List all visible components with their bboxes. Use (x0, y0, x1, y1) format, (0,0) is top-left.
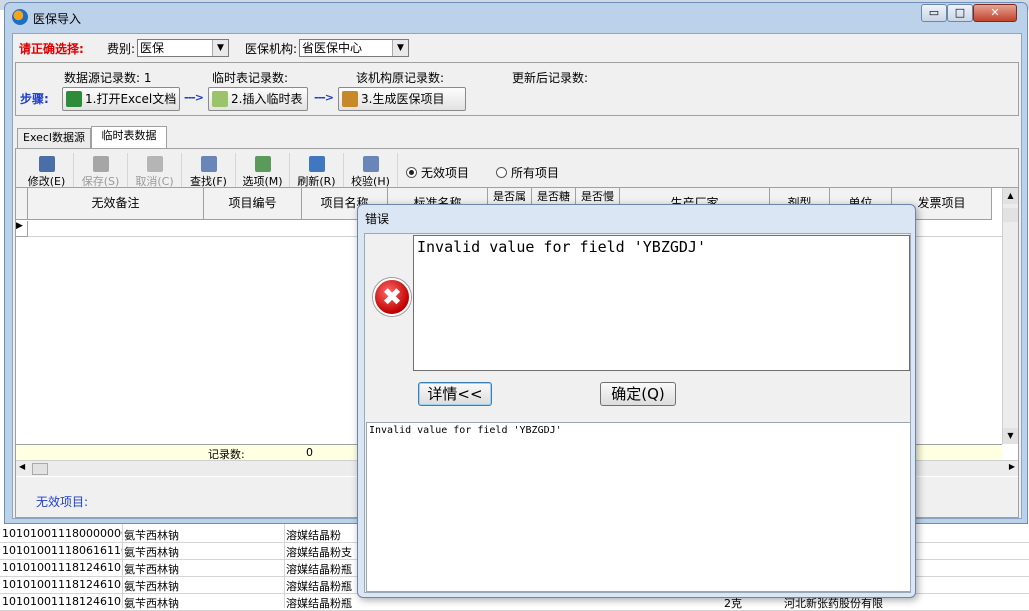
generate-items-button[interactable]: 3.生成医保项目 (338, 87, 466, 111)
bg-cell-name: 氨苄西林钠 (124, 546, 179, 559)
tab-excel-source[interactable]: Execl数据源 (17, 128, 91, 148)
error-details-text[interactable]: Invalid value for field 'YBZGDJ' (366, 422, 911, 592)
updated-count-label: 更新后记录数: (512, 71, 589, 85)
bg-cell-code: 101010011181246105020 (2, 578, 122, 591)
source-count-label: 数据源记录数: 1 (64, 71, 152, 85)
bg-cell-code: 101010011180616110010 (2, 544, 122, 557)
search-icon (200, 156, 217, 172)
scroll-up-icon[interactable]: ▲ (1003, 188, 1018, 204)
radio-unselected-icon[interactable] (496, 167, 507, 178)
grid-corner (16, 188, 28, 220)
bg-cell-code: 101010011180000000000 (2, 527, 122, 540)
orig-count-label: 该机构原记录数: (356, 71, 445, 85)
bg-column-line (122, 510, 123, 608)
bg-cell-name: 氨苄西林钠 (124, 563, 179, 576)
generate-items-label: 3.生成医保项目 (361, 92, 445, 106)
invalid-items-label: 无效项目: (36, 495, 89, 509)
verify-button[interactable]: 校验(H) (344, 153, 398, 188)
fee-type-select[interactable]: 医保 ▼ (137, 39, 229, 57)
dialog-title: 错误 (365, 212, 390, 226)
grid-toolbar: 修改(E) 保存(S) 取消(C) 查找(F) 选项(M) 刷新(R) 校验(H… (20, 153, 1016, 188)
verify-icon (362, 156, 379, 172)
selection-row: 请正确选择: 费别: 医保 ▼ 医保机构: 省医保中心 ▼ (13, 34, 1021, 60)
minimize-icon: ▭ (928, 6, 940, 19)
dialog-body: ✖ Invalid value for field 'YBZGDJ' 详情<< … (364, 233, 911, 593)
edit-icon (38, 156, 55, 172)
selection-prompt: 请正确选择: (19, 42, 84, 56)
institution-value: 省医保中心 (302, 41, 363, 55)
bg-column-line (284, 510, 285, 608)
insert-table-icon (212, 91, 228, 107)
title-bar[interactable]: 医保导入 ▭ □ ✕ (5, 3, 1027, 33)
bg-cell-name: 氨苄西林钠 (124, 580, 179, 593)
scroll-thumb[interactable] (1003, 208, 1018, 222)
fee-type-value: 医保 (140, 41, 165, 55)
excel-icon (66, 91, 82, 107)
institution-label: 医保机构: (245, 42, 298, 56)
fee-type-label: 费别: (107, 42, 136, 56)
scroll-left-icon[interactable]: ◀ (19, 462, 25, 471)
step-arrow: ---> (184, 91, 204, 104)
save-icon (92, 156, 109, 172)
institution-select[interactable]: 省医保中心 ▼ (299, 39, 409, 57)
scroll-right-icon[interactable]: ▶ (1009, 462, 1015, 471)
record-count-value: 0 (306, 446, 313, 459)
radio-all-items[interactable]: 所有项目 (496, 164, 559, 181)
ok-button[interactable]: 确定(Q) (600, 382, 676, 406)
grid-header-cell[interactable]: 无效备注 (28, 188, 204, 220)
close-button[interactable]: ✕ (973, 4, 1017, 22)
refresh-button[interactable]: 刷新(R) (290, 153, 344, 188)
cancel-button[interactable]: 取消(C) (128, 153, 182, 188)
error-message: Invalid value for field 'YBZGDJ' (413, 235, 910, 371)
steps-panel: 步骤: 数据源记录数: 1 临时表记录数: 该机构原记录数: 更新后记录数: 1… (15, 62, 1019, 116)
open-excel-button[interactable]: 1.打开Excel文档 (62, 87, 180, 111)
maximize-button[interactable]: □ (947, 4, 973, 22)
vertical-scrollbar[interactable]: ▲ ▼ (1002, 188, 1018, 444)
chevron-down-icon[interactable]: ▼ (212, 40, 228, 56)
save-button[interactable]: 保存(S) (74, 153, 128, 188)
radio-selected-icon[interactable] (406, 167, 417, 178)
find-button[interactable]: 查找(F) (182, 153, 236, 188)
open-excel-label: 1.打开Excel文档 (85, 92, 177, 106)
scroll-thumb[interactable] (32, 463, 48, 475)
grid-header-cell[interactable]: 项目编号 (204, 188, 302, 220)
radio-invalid-items[interactable]: 无效项目 (406, 164, 469, 181)
scroll-down-icon[interactable]: ▼ (1003, 428, 1018, 444)
options-grid-icon (254, 156, 271, 172)
close-icon: ✕ (990, 6, 1000, 19)
minimize-button[interactable]: ▭ (921, 4, 947, 22)
current-row-indicator-icon: ▶ (16, 221, 28, 237)
maximize-icon: □ (954, 6, 966, 19)
error-x-icon: ✖ (373, 278, 411, 316)
temp-count-label: 临时表记录数: (212, 71, 289, 85)
bg-cell-name: 氨苄西林钠 (124, 529, 179, 542)
chevron-down-icon[interactable]: ▼ (392, 40, 408, 56)
steps-label: 步骤: (20, 92, 49, 106)
cancel-icon (146, 156, 163, 172)
options-button[interactable]: 选项(M) (236, 153, 290, 188)
step-arrow: ---> (314, 91, 334, 104)
bg-cell-name: 氨苄西林钠 (124, 597, 179, 610)
details-toggle-button[interactable]: 详情<< (418, 382, 492, 406)
edit-button[interactable]: 修改(E) (20, 153, 74, 188)
tab-temp-data-label: 临时表数据 (101, 129, 157, 142)
tab-temp-data[interactable]: 临时表数据 (91, 126, 167, 148)
error-dialog: 错误 ✖ Invalid value for field 'YBZGDJ' 详情… (357, 204, 916, 598)
tab-excel-source-label: Execl数据源 (23, 131, 85, 144)
radio-all-label: 所有项目 (511, 166, 560, 180)
bg-cell-code: 101010011181246105010 (2, 561, 122, 574)
window-title: 医保导入 (33, 12, 82, 26)
refresh-icon (308, 156, 325, 172)
insert-temp-label: 2.插入临时表 (231, 92, 303, 106)
radio-invalid-label: 无效项目 (421, 166, 470, 180)
bg-cell-code: 101010011181246105030 (2, 595, 122, 608)
book-icon (342, 91, 358, 107)
insert-temp-button[interactable]: 2.插入临时表 (208, 87, 308, 111)
app-logo-icon (12, 9, 28, 25)
